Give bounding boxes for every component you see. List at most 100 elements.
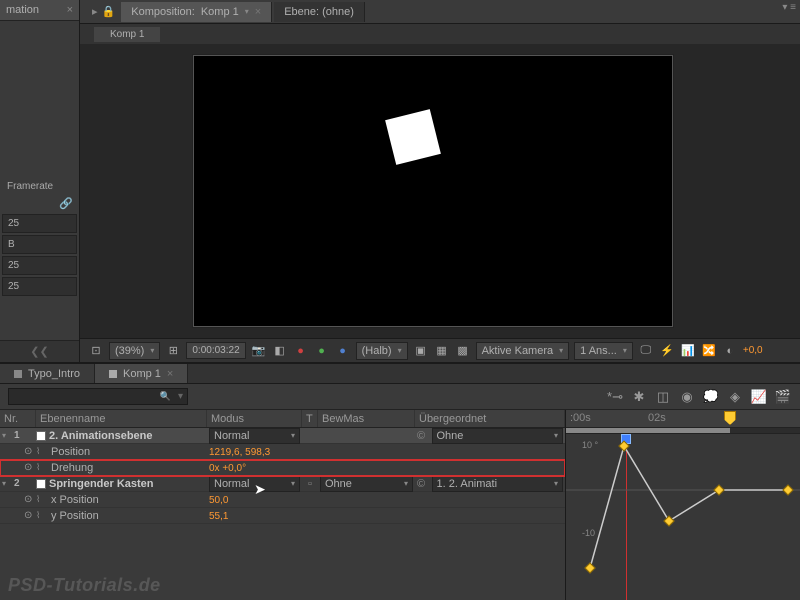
time-ruler[interactable]: :00s 02s: [566, 410, 800, 428]
framerate-value-2[interactable]: B: [2, 235, 77, 254]
always-preview-icon[interactable]: ⊡: [88, 343, 104, 359]
parent-dropdown[interactable]: Ohne: [432, 428, 564, 444]
draft3d-icon[interactable]: ✱: [630, 389, 648, 405]
pickwhip-icon[interactable]: ©: [417, 478, 430, 490]
channel-red-icon[interactable]: ●: [293, 343, 309, 359]
disclosure-icon[interactable]: ▾: [2, 431, 12, 440]
header-parent[interactable]: Übergeordnet: [415, 410, 565, 427]
tab-dropdown-icon[interactable]: ▾: [245, 7, 249, 16]
rendered-square-shape: [385, 109, 441, 165]
snapshot-icon[interactable]: 📷: [251, 343, 267, 359]
framerate-label: Framerate: [2, 178, 77, 195]
camera-dropdown[interactable]: Aktive Kamera: [476, 342, 570, 360]
close-icon[interactable]: ×: [255, 6, 261, 18]
header-bewmas[interactable]: BewMas: [318, 410, 415, 427]
graph-area[interactable]: 10 ° -10: [566, 434, 800, 600]
framerate-value-4[interactable]: 25: [2, 277, 77, 296]
parent-dropdown[interactable]: 1. 2. Animati: [432, 476, 564, 492]
sidebar-tab[interactable]: mation ×: [0, 0, 79, 21]
exposure-reset-icon[interactable]: ◐: [722, 343, 738, 359]
channel-blue-icon[interactable]: ●: [335, 343, 351, 359]
header-name[interactable]: Ebenenname: [36, 410, 207, 427]
viewport[interactable]: [193, 55, 673, 327]
blend-mode-dropdown[interactable]: Normal: [209, 428, 300, 444]
timeline-tab-typo[interactable]: Typo_Intro: [0, 364, 95, 383]
graph-icon[interactable]: ⌇: [36, 510, 48, 521]
layer-name[interactable]: 2. Animationsebene: [49, 430, 153, 442]
timecode-display[interactable]: 0:00:03:22: [186, 342, 245, 359]
zoom-dropdown[interactable]: (39%): [109, 342, 160, 360]
show-snapshot-icon[interactable]: ◧: [272, 343, 288, 359]
back-icon[interactable]: ▸: [92, 5, 98, 18]
track-matte-dropdown[interactable]: Ohne: [320, 476, 413, 492]
timeline-tab-komp[interactable]: Komp 1 ×: [95, 364, 188, 383]
safe-zone-icon[interactable]: ▣: [413, 343, 429, 359]
stopwatch-icon[interactable]: ⊙: [24, 494, 36, 505]
composition-tab[interactable]: Komposition: Komp 1 ▾ ×: [121, 2, 272, 22]
property-row-rotation[interactable]: ⊙ ⌇Drehung 0x +0,0°: [0, 460, 565, 476]
framerate-value-1[interactable]: 25: [2, 214, 77, 233]
property-value[interactable]: 50,0: [209, 495, 228, 506]
graph-icon[interactable]: ⌇: [36, 494, 48, 505]
header-nr[interactable]: Nr.: [0, 410, 36, 427]
property-row-position[interactable]: ⊙ ⌇Position 1219,6, 598,3: [0, 444, 565, 460]
roi-icon[interactable]: ▦: [434, 343, 450, 359]
comp-breadcrumb-item[interactable]: Komp 1: [94, 27, 160, 42]
blend-mode-dropdown[interactable]: Normal: [209, 476, 300, 492]
property-name: y Position: [51, 510, 99, 522]
motion-blur-icon[interactable]: ◉: [678, 389, 696, 405]
timeline-search-input[interactable]: [8, 388, 188, 405]
graph-editor-icon[interactable]: 📈: [750, 389, 768, 405]
graph-editor[interactable]: :00s 02s 10 ° -10: [566, 410, 800, 600]
quality-dropdown[interactable]: (Halb): [356, 342, 408, 360]
layer-name[interactable]: Springender Kasten: [49, 478, 154, 490]
stopwatch-icon[interactable]: ⊙: [24, 446, 36, 457]
work-area-bar[interactable]: [566, 428, 730, 433]
layer-color-swatch[interactable]: [36, 479, 46, 489]
stopwatch-icon[interactable]: ⊙: [24, 462, 36, 473]
channel-green-icon[interactable]: ●: [314, 343, 330, 359]
composition-panel: ▸ 🔒 Komposition: Komp 1 ▾ × Ebene: (ohne…: [80, 0, 800, 362]
timeline-icon[interactable]: 📊: [680, 343, 696, 359]
fast-preview-icon[interactable]: ⚡: [659, 343, 675, 359]
brainstorm-icon[interactable]: 💭: [702, 389, 720, 405]
composition-tabs: ▸ 🔒 Komposition: Komp 1 ▾ × Ebene: (ohne…: [80, 0, 800, 24]
property-value[interactable]: 55,1: [209, 511, 228, 522]
playhead-indicator[interactable]: [724, 411, 736, 425]
transparency-icon[interactable]: ▩: [455, 343, 471, 359]
link-icon[interactable]: 🔗: [59, 197, 73, 210]
panel-menu-icons[interactable]: ▾ ≡: [782, 2, 796, 13]
views-dropdown[interactable]: 1 Ans...: [574, 342, 633, 360]
pickwhip-icon[interactable]: ©: [417, 430, 430, 442]
close-icon[interactable]: ×: [67, 4, 73, 16]
flowchart-icon[interactable]: 🔀: [701, 343, 717, 359]
layer-row-1[interactable]: ▾1 2. Animationsebene Normal ©Ohne: [0, 428, 565, 444]
comp-tab-prefix: Komposition:: [131, 6, 195, 18]
shy-icon[interactable]: *⊸: [606, 389, 624, 405]
auto-keyframe-icon[interactable]: ◈: [726, 389, 744, 405]
grid-icon[interactable]: ⊞: [165, 343, 181, 359]
graph-icon[interactable]: ⌇: [36, 446, 48, 457]
stopwatch-icon[interactable]: ⊙: [24, 510, 36, 521]
layer-tab[interactable]: Ebene: (ohne): [274, 2, 365, 22]
property-value[interactable]: 1219,6, 598,3: [209, 447, 270, 458]
close-icon[interactable]: ×: [167, 368, 173, 380]
exposure-value[interactable]: +0,0: [743, 345, 763, 356]
frame-blend-icon[interactable]: ◫: [654, 389, 672, 405]
layer-row-2[interactable]: ▾2 Springender Kasten Normal ▫ Ohne ©1. …: [0, 476, 565, 492]
graph-icon[interactable]: ⌇: [36, 462, 48, 473]
lock-icon[interactable]: 🔒: [102, 5, 116, 18]
property-row-x-position[interactable]: ⊙ ⌇x Position 50,0: [0, 492, 565, 508]
header-t[interactable]: T: [302, 410, 318, 427]
layer-color-swatch[interactable]: [36, 431, 46, 441]
track-matte-toggle[interactable]: ▫: [302, 478, 318, 490]
render-icon[interactable]: 🎬: [774, 389, 792, 405]
disclosure-icon[interactable]: ▾: [2, 479, 12, 488]
collapse-icon[interactable]: ❮❮: [0, 340, 79, 362]
framerate-value-3[interactable]: 25: [2, 256, 77, 275]
pixel-aspect-icon[interactable]: 🖵: [638, 343, 654, 359]
header-modus[interactable]: Modus: [207, 410, 302, 427]
property-row-y-position[interactable]: ⊙ ⌇y Position 55,1: [0, 508, 565, 524]
timeline-headers: Nr. Ebenenname Modus T BewMas Übergeordn…: [0, 410, 565, 428]
property-value[interactable]: 0x +0,0°: [209, 463, 246, 474]
